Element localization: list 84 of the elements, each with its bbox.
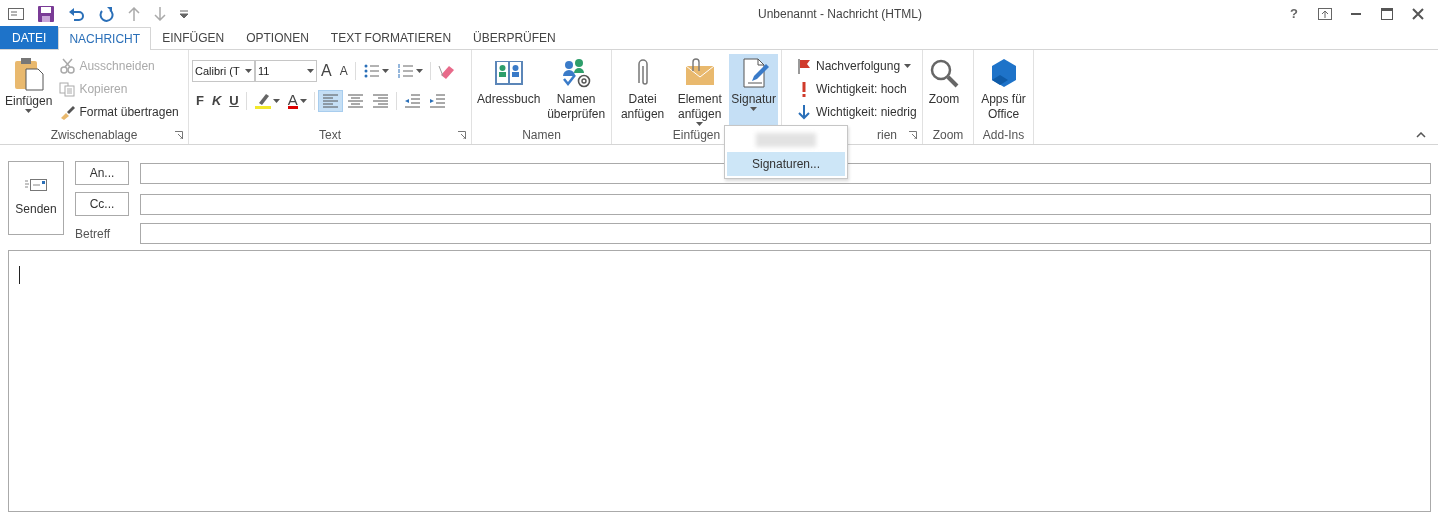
ribbon-button[interactable]: Signatur [729,54,778,126]
people-check-icon [560,57,593,89]
ribbon-button[interactable]: Wichtigkeit: hoch [793,77,920,100]
clipboard-icon [12,57,45,91]
scissors-icon [59,57,76,74]
ribbon-tab[interactable]: ÜBERPRÜFEN [462,26,567,49]
caret-icon [245,69,252,73]
caret-icon [25,109,33,113]
magnifier-icon [928,57,960,89]
paste-button[interactable]: Einfügen [3,54,55,126]
ribbon-button[interactable]: Format übertragen [56,100,182,123]
ribbon-button[interactable]: Zoom [926,54,962,126]
collapse-ribbon-icon [1416,132,1426,138]
window-title: Unbenannt - Nachricht (HTML) [757,7,923,21]
dialog-launcher-icon [909,131,917,139]
caret-icon [381,69,389,73]
maximize-icon [1381,8,1393,20]
group-label: Zwischenablage [50,127,138,144]
ribbon-button[interactable]: Element anfügen [672,54,728,126]
format-button[interactable]: A [335,60,352,82]
format-button[interactable]: U [225,90,243,112]
envelope-icon [8,8,24,20]
ribbon-display-icon [1318,8,1332,20]
align-center-icon [346,92,364,110]
up-arrow-icon [128,7,140,21]
decrease-indent-icon [403,92,421,110]
group-label: Text [319,127,341,144]
caret-icon [307,69,314,73]
group-label: rien [877,127,897,144]
format-button[interactable]: K [207,90,226,112]
down-arrow-icon [154,7,166,21]
close-icon [1412,8,1424,20]
format-button[interactable]: A [283,90,311,112]
group-label: Add-Ins [982,127,1025,144]
ribbon-button[interactable]: Nachverfolgung [793,54,920,77]
to-button[interactable]: An... [75,161,129,185]
subject-label: Betreff [75,225,112,243]
ribbon-tab[interactable]: OPTIONEN [235,26,320,49]
copy-icon [59,80,76,97]
input-field[interactable] [140,223,1431,244]
dialog-launcher-icon [458,131,466,139]
send-button[interactable]: Senden [8,161,64,235]
paintbrush-icon [59,103,76,120]
dialog-launcher-icon [175,131,183,139]
caret-icon [415,69,423,73]
input-field[interactable] [140,193,1431,215]
increase-indent-icon [428,92,446,110]
group-label: Namen [522,127,561,144]
group-label: Einfügen [672,127,721,144]
text-cursor [19,266,20,284]
ribbon-button[interactable]: Adressbuch [475,54,543,126]
send-envelope-icon [25,178,47,192]
ribbon-button[interactable]: Wichtigkeit: niedrig [793,100,920,123]
ribbon-tab[interactable]: NACHRICHT [58,27,152,50]
format-button[interactable]: A [317,60,336,82]
font-size-dropdown[interactable]: 11 [255,60,317,82]
flag-icon [796,57,812,74]
align-left-icon [321,92,339,110]
file-tab[interactable]: DATEI [0,26,59,49]
group-label: Zoom [932,127,964,144]
highlighter-icon [253,92,271,110]
caret-icon [299,99,307,103]
numbered-list-icon [396,62,414,80]
ribbon-button[interactable]: Datei anfügen [615,54,671,126]
redo-icon [98,6,114,22]
save-icon [38,6,54,22]
caret-icon [272,99,280,103]
format-button[interactable]: F [192,90,208,112]
align-right-icon [371,92,389,110]
undo-icon [68,6,84,22]
font-name-dropdown[interactable]: Calibri (T [192,60,255,82]
cc-button[interactable]: Cc... [75,192,129,216]
ribbon-button[interactable]: Namen überprüfen [544,54,608,126]
ribbon-button[interactable]: Apps für Office [977,54,1030,126]
help-button[interactable]: ? [1280,4,1308,24]
blurred-entry [756,133,816,147]
down-arrow-icon [796,103,812,120]
customize-icon [180,10,188,18]
minimize-icon [1351,13,1361,15]
ribbon-tab[interactable]: EINFÜGEN [151,26,236,49]
bullet-list-icon [362,62,380,80]
ribbon-tab[interactable]: TEXT FORMATIEREN [319,26,463,49]
menu-item[interactable]: Signaturen... [727,152,845,176]
format-button[interactable] [317,90,343,112]
